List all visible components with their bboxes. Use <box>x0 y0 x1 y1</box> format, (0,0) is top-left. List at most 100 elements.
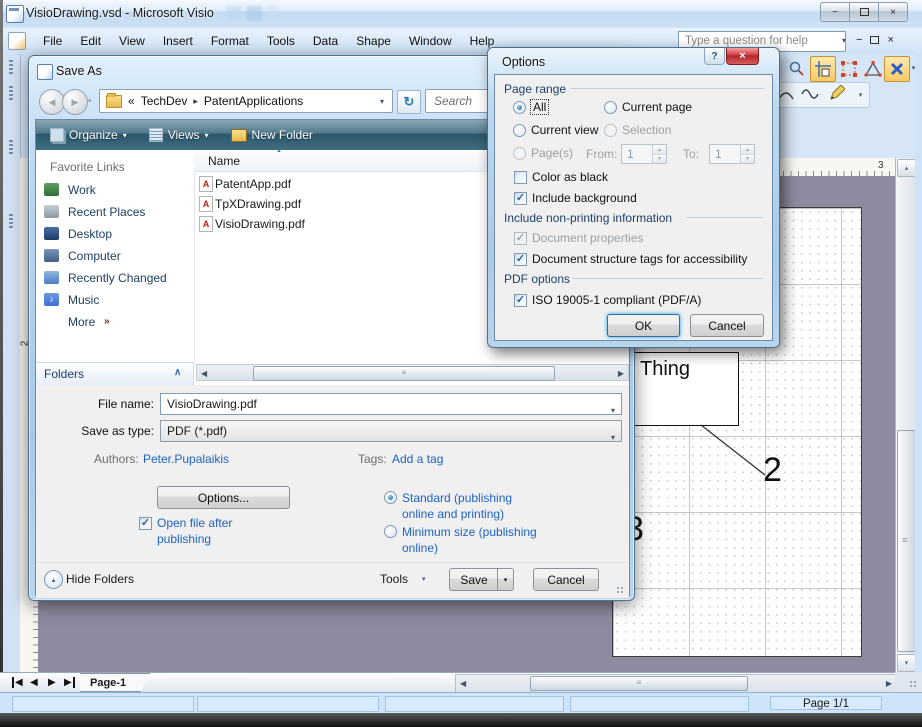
hide-folders-button[interactable]: Hide Folders <box>66 572 134 586</box>
folders-expander[interactable]: Folders ∧ <box>36 362 194 385</box>
next-page-button[interactable]: ▶ <box>48 677 56 688</box>
dialog-close-button[interactable]: × <box>726 48 759 65</box>
sidebar-item-work[interactable]: Work <box>36 180 194 202</box>
toolbar-grip[interactable] <box>9 214 13 230</box>
recent-pages-arrow-icon[interactable]: ▾ <box>88 97 92 105</box>
authors-value[interactable]: Peter.Pupalaikis <box>143 452 229 466</box>
horizontal-scroll-thumb[interactable]: ≡ <box>530 676 748 691</box>
include-background-checkbox[interactable]: ✓ <box>514 192 527 205</box>
sidebar-item-more[interactable]: More » <box>36 312 194 334</box>
refresh-button[interactable]: ↻ <box>397 90 421 114</box>
tools-menu[interactable]: Tools <box>380 572 408 586</box>
breadcrumb-techdev[interactable]: TechDev <box>141 94 188 108</box>
minimize-button[interactable]: − <box>820 2 850 22</box>
toolbar-grip[interactable] <box>9 86 13 102</box>
save-as-type-select[interactable]: PDF (*.pdf) ▾ <box>160 420 622 442</box>
iso-compliant-label[interactable]: ISO 19005-1 compliant (PDF/A) <box>532 293 701 307</box>
minimum-size-radio-label[interactable]: Minimum size (publishing online) <box>402 524 547 556</box>
current-view-radio-label[interactable]: Current view <box>531 123 598 137</box>
document-structure-tags-option[interactable]: ✓ Document structure tags for accessibil… <box>514 252 747 266</box>
all-radio-label[interactable]: All <box>531 100 548 114</box>
doc-restore-button[interactable] <box>870 36 879 44</box>
iso-compliant-option[interactable]: ✓ ISO 19005-1 compliant (PDF/A) <box>514 293 701 307</box>
iso-compliant-checkbox[interactable]: ✓ <box>514 294 527 307</box>
menu-format[interactable]: Format <box>202 31 258 51</box>
dialog-help-button[interactable]: ? <box>704 48 725 65</box>
scroll-right-button[interactable]: ▶ <box>886 679 892 688</box>
menu-insert[interactable]: Insert <box>154 31 202 51</box>
options-cancel-button[interactable]: Cancel <box>690 314 764 337</box>
menu-edit[interactable]: Edit <box>71 31 110 51</box>
toolbar-options-arrow-icon[interactable]: ▾ <box>842 36 846 45</box>
freeform-tool-button[interactable] <box>801 86 821 105</box>
sidebar-item-recent-places[interactable]: Recent Places <box>36 202 194 224</box>
open-file-after-checkbox[interactable]: ✓ <box>139 517 152 530</box>
page-range-all-option[interactable]: All <box>513 100 548 114</box>
standard-radio-label[interactable]: Standard (publishing online and printing… <box>402 490 547 522</box>
current-page-radio-label[interactable]: Current page <box>622 100 692 114</box>
vertical-scrollbar[interactable]: ▴ ≡ ▾ <box>895 158 916 672</box>
scroll-left-button[interactable]: ◀ <box>460 679 466 688</box>
color-as-black-label[interactable]: Color as black <box>532 170 608 184</box>
dialog-resize-grip[interactable] <box>616 586 624 594</box>
page-tab[interactable]: Page-1 <box>80 673 150 692</box>
menu-data[interactable]: Data <box>304 31 347 51</box>
file-name-dropdown-icon[interactable]: ▾ <box>611 401 615 421</box>
breadcrumb-patentapplications[interactable]: PatentApplications <box>204 94 303 108</box>
hide-folders-icon[interactable]: ▴ <box>44 570 63 589</box>
maximize-button[interactable] <box>849 2 879 22</box>
toolbar-grip[interactable] <box>9 140 13 156</box>
tools-dropdown-icon[interactable]: ▾ <box>422 575 426 583</box>
address-bar[interactable]: « TechDev ▸ PatentApplications ▾ <box>99 89 393 113</box>
options-button[interactable]: Options... <box>157 486 290 509</box>
open-file-after-label[interactable]: Open file after publishing <box>157 515 262 547</box>
save-as-type-dropdown-icon[interactable]: ▾ <box>611 428 615 448</box>
selection-tool-button[interactable] <box>836 56 862 82</box>
ok-button[interactable]: OK <box>607 314 680 337</box>
list-scroll-left-icon[interactable]: ◀ <box>201 369 207 378</box>
page-range-current-page-option[interactable]: Current page <box>604 100 692 114</box>
horizontal-scrollbar[interactable]: ◀ ≡ ▶ <box>455 674 897 693</box>
include-background-label[interactable]: Include background <box>532 191 637 205</box>
drawing-toolbar-overflow-button[interactable]: ▾ <box>855 84 866 106</box>
page-range-current-view-option[interactable]: Current view <box>513 123 598 137</box>
forward-button[interactable]: ▶ <box>62 89 88 115</box>
toolbar-grip[interactable] <box>9 60 13 76</box>
scroll-up-button[interactable]: ▴ <box>897 159 916 177</box>
menu-file[interactable]: File <box>34 31 71 51</box>
shape-tool-button[interactable] <box>860 56 886 82</box>
snap-glue-tool-button[interactable] <box>810 56 836 82</box>
close-button[interactable]: × <box>878 2 908 22</box>
file-name-input[interactable]: VisioDrawing.pdf ▾ <box>160 393 622 415</box>
file-list-hscrollbar[interactable]: ◀ ≡ ▶ <box>196 364 629 381</box>
standard-radio[interactable] <box>384 491 397 504</box>
last-page-button[interactable]: ▶ <box>64 677 75 688</box>
sidebar-item-recently-changed[interactable]: Recently Changed <box>36 268 194 290</box>
resize-grip-icon[interactable] <box>909 680 917 688</box>
current-page-radio[interactable] <box>604 101 617 114</box>
list-scroll-right-icon[interactable]: ▶ <box>618 369 624 378</box>
callout-number-2[interactable]: 2 <box>763 451 782 490</box>
first-page-button[interactable]: ◀ <box>12 677 23 688</box>
prev-page-button[interactable]: ◀ <box>30 677 38 688</box>
breadcrumb-overflow[interactable]: « <box>128 94 135 108</box>
new-folder-button[interactable]: New Folder <box>231 128 313 142</box>
pencil-tool-button[interactable] <box>827 85 845 106</box>
save-split-arrow[interactable]: ▾ <box>497 569 513 590</box>
vertical-scroll-thumb[interactable]: ≡ <box>897 430 916 652</box>
include-background-option[interactable]: ✓ Include background <box>514 191 637 205</box>
menu-shape[interactable]: Shape <box>347 31 400 51</box>
connection-point-tool-button[interactable] <box>884 56 910 82</box>
document-structure-tags-label[interactable]: Document structure tags for accessibilit… <box>532 252 747 266</box>
list-scroll-thumb[interactable]: ≡ <box>253 366 555 381</box>
address-dropdown-icon[interactable]: ▾ <box>380 97 384 106</box>
sidebar-item-desktop[interactable]: Desktop <box>36 224 194 246</box>
color-as-black-option[interactable]: Color as black <box>514 170 608 184</box>
sidebar-item-computer[interactable]: Computer <box>36 246 194 268</box>
views-button[interactable]: Views ▾ <box>149 128 209 142</box>
cancel-button[interactable]: Cancel <box>533 568 599 591</box>
doc-close-button[interactable]: × <box>887 34 893 46</box>
menu-view[interactable]: View <box>110 31 154 51</box>
color-as-black-checkbox[interactable] <box>514 171 527 184</box>
scroll-down-button[interactable]: ▾ <box>897 654 916 672</box>
